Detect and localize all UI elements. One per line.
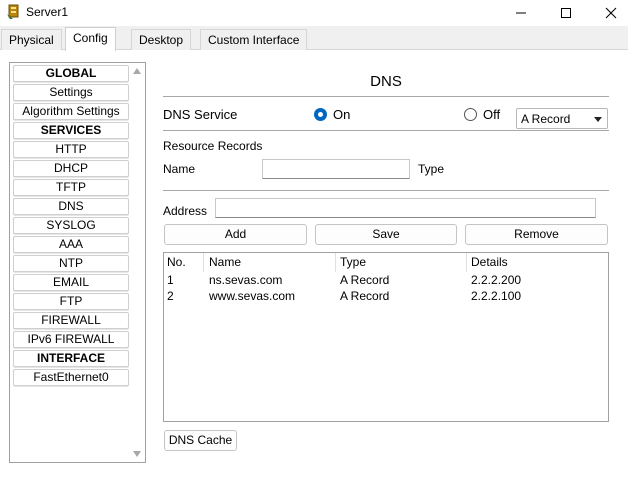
column-header-details[interactable]: Details [468,253,608,272]
sidebar-header-services: SERVICES [13,122,129,139]
sidebar-item-ipv6-firewall[interactable]: IPv6 FIREWALL [13,331,129,348]
address-label: Address [163,204,208,218]
tab-desktop[interactable]: Desktop [131,29,192,50]
maximize-button[interactable] [543,0,589,26]
row-type: A Record [340,273,390,287]
sidebar-item-algorithm-settings[interactable]: Algorithm Settings [13,103,129,120]
type-select-value: A Record [521,112,571,126]
row-no: 2 [167,289,174,303]
name-input[interactable] [262,159,410,179]
sidebar-item-email[interactable]: EMAIL [13,274,129,291]
config-panel: GLOBAL Settings Algorithm Settings SERVI… [0,50,628,501]
dns-pane-title: DNS [370,73,402,90]
sidebar-item-firewall[interactable]: FIREWALL [13,312,129,329]
dns-records-table[interactable]: No. Name Type Details 1 ns.sevas.com A R… [163,252,609,422]
config-sidebar: GLOBAL Settings Algorithm Settings SERVI… [9,62,146,463]
sidebar-item-aaa[interactable]: AAA [13,236,129,253]
sidebar-item-ftp[interactable]: FTP [13,293,129,310]
sidebar-item-dns[interactable]: DNS [13,198,129,215]
sidebar-item-ntp[interactable]: NTP [13,255,129,272]
dns-service-off-radio[interactable] [464,108,477,121]
row-details: 2.2.2.200 [471,273,522,287]
row-details: 2.2.2.100 [471,289,522,303]
type-select[interactable]: A Record [516,108,608,129]
row-name: www.sevas.com [209,289,296,303]
sidebar-item-syslog[interactable]: SYSLOG [13,217,129,234]
tab-custom-interface[interactable]: Custom Interface [200,29,308,50]
divider [163,190,609,191]
close-button[interactable] [588,0,628,26]
sidebar-header-global: GLOBAL [13,65,129,82]
row-no: 1 [167,273,174,287]
maximize-icon [561,8,571,18]
dns-service-label: DNS Service [163,107,238,122]
divider [163,130,609,131]
row-name: ns.sevas.com [209,273,283,287]
dns-service-on-radio[interactable] [314,108,327,121]
resource-records-label: Resource Records [163,139,263,153]
scroll-down-arrow-icon[interactable] [133,451,141,457]
address-input[interactable] [215,198,596,218]
dns-service-off-label: Off [483,107,501,122]
close-icon [605,7,617,19]
dns-service-on-label: On [333,107,351,122]
save-button[interactable]: Save [315,224,457,245]
app-icon [7,4,19,19]
row-type: A Record [340,289,390,303]
sidebar-scrollbar[interactable] [130,63,145,462]
tab-bar: Physical Config Desktop Custom Interface [0,26,628,51]
sidebar-item-settings[interactable]: Settings [13,84,129,101]
remove-button[interactable]: Remove [465,224,608,245]
name-label: Name [163,162,196,176]
minimize-icon [516,12,526,14]
title-bar: Server1 [0,0,628,26]
sidebar-item-tftp[interactable]: TFTP [13,179,129,196]
chevron-down-icon [594,117,602,122]
dns-cache-button[interactable]: DNS Cache [164,430,237,451]
scroll-up-arrow-icon[interactable] [133,68,141,74]
type-label: Type [418,162,445,176]
divider [163,96,609,97]
add-button[interactable]: Add [164,224,307,245]
sidebar-item-fastethernet0[interactable]: FastEthernet0 [13,369,129,386]
sidebar-item-dhcp[interactable]: DHCP [13,160,129,177]
sidebar-header-interface: INTERFACE [13,350,129,367]
tab-physical[interactable]: Physical [1,29,62,50]
sidebar-item-http[interactable]: HTTP [13,141,129,158]
window-title: Server1 [26,5,69,19]
tab-config[interactable]: Config [65,27,116,51]
column-header-no[interactable]: No. [164,253,204,272]
column-header-type[interactable]: Type [337,253,467,272]
column-header-name[interactable]: Name [206,253,336,272]
minimize-button[interactable] [498,0,544,26]
